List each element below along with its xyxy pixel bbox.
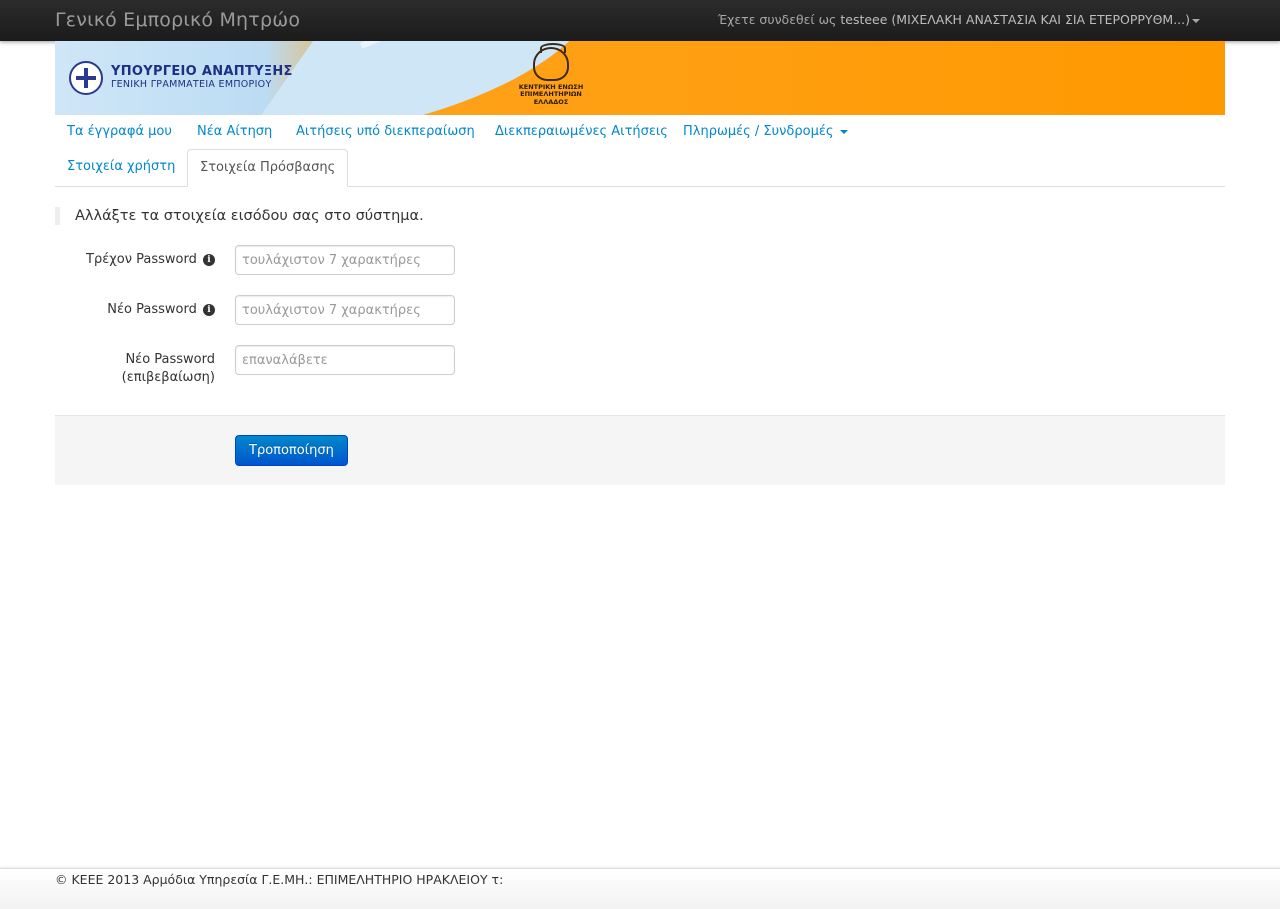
tab-new-application[interactable]: Νέα Αίτηση [185,116,284,147]
tab-payments-label: Πληρωμές / Συνδρομές [683,124,834,139]
current-password-input[interactable] [235,245,455,275]
tab-payments[interactable]: Πληρωμές / Συνδρομές [671,116,860,147]
ministry-logo: ΥΠΟΥΡΓΕΙΟ ΑΝΑΠΤΥΞΗΣ ΓΕΝΙΚΗ ΓΡΑΜΜΑΤΕΙΑ ΕΜ… [69,61,293,95]
page-footer: © ΚΕΕΕ 2013 Αρμόδια Υπηρεσία Γ.Ε.ΜΗ.: ΕΠ… [0,868,1280,909]
form-intro-text: Αλλάξτε τα στοιχεία εισόδου σας στο σύστ… [55,207,424,225]
keee-line-3: ΕΛΛΑΔΟΣ [533,97,569,106]
top-navbar: Γενικό Εμπορικό Μητρώο Έχετε συνδεθεί ως… [0,0,1280,41]
tab-my-documents[interactable]: Τα έγγραφά μου [55,116,184,147]
confirm-password-label: Νέο Password (επιβεβαίωση) [122,351,215,387]
tab-completed-applications[interactable]: Διεκπεραιωμένες Αιτήσεις [483,116,680,147]
greek-crest-icon [69,61,103,95]
tab-user-details[interactable]: Στοιχεία χρήστη [55,149,187,182]
info-icon[interactable]: i [203,304,215,316]
user-menu-toggle[interactable]: Έχετε συνδεθεί ως testeee (ΜΙΧΕΛΑΚΗ ΑΝΑΣ… [718,12,1200,27]
new-password-input[interactable] [235,295,455,325]
current-password-row: Τρέχον Password i [55,245,485,275]
current-password-label: Τρέχον Password i [86,251,215,269]
user-prefix: Έχετε συνδεθεί ως [717,12,837,27]
new-password-label: Νέο Password i [107,301,215,319]
info-icon[interactable]: i [203,254,215,266]
caret-down-icon [1192,18,1200,23]
ministry-subtitle: ΓΕΝΙΚΗ ΓΡΑΜΜΑΤΕΙΑ ΕΜΠΟΡΙΟΥ [111,79,272,90]
nav-tabs-row-2: Στοιχεία χρήστη Στοιχεία Πρόσβασης [55,149,1225,187]
header-banner: ΥΠΟΥΡΓΕΙΟ ΑΝΑΠΤΥΞΗΣ ΓΕΝΙΚΗ ΓΡΑΜΜΑΤΕΙΑ ΕΜ… [55,41,1225,115]
confirm-password-label-line-1: Νέο Password [125,352,215,367]
footer-text: © ΚΕΕΕ 2013 Αρμόδια Υπηρεσία Γ.Ε.ΜΗ.: ΕΠ… [55,872,504,887]
current-password-label-text: Τρέχον Password [86,252,197,267]
submit-button[interactable]: Τροποποίηση [235,435,348,466]
confirm-password-row: Νέο Password (επιβεβαίωση) [55,345,485,389]
caret-down-icon [839,129,848,134]
new-password-label-text: Νέο Password [107,302,197,317]
keee-logo: ΚΕΝΤΡΙΚΗ ΕΝΩΣΗ ΕΠΙΜΕΛΗΤΗΡΙΩΝ ΕΛΛΑΔΟΣ [503,43,599,106]
new-password-row: Νέο Password i [55,295,485,325]
ministry-name: ΥΠΟΥΡΓΕΙΟ ΑΝΑΠΤΥΞΗΣ [111,64,293,80]
tab-access-details[interactable]: Στοιχεία Πρόσβασης [187,149,349,187]
brand-link[interactable]: Γενικό Εμπορικό Μητρώο [55,9,300,31]
confirm-password-label-line-2: (επιβεβαίωση) [121,370,215,385]
tab-pending-applications[interactable]: Αιτήσεις υπό διεκπεραίωση [284,116,487,147]
nav-tabs-row-1: Τα έγγραφά μου Νέα Αίτηση Αιτήσεις υπό δ… [55,116,1225,149]
hermes-head-icon [533,43,569,81]
confirm-password-input[interactable] [235,345,455,375]
user-name: testeee (ΜΙΧΕΛΑΚΗ ΑΝΑΣΤΑΣΙΑ ΚΑΙ ΣΙΑ ΕΤΕΡ… [840,12,1190,27]
form-actions: Τροποποίηση [55,415,1225,485]
